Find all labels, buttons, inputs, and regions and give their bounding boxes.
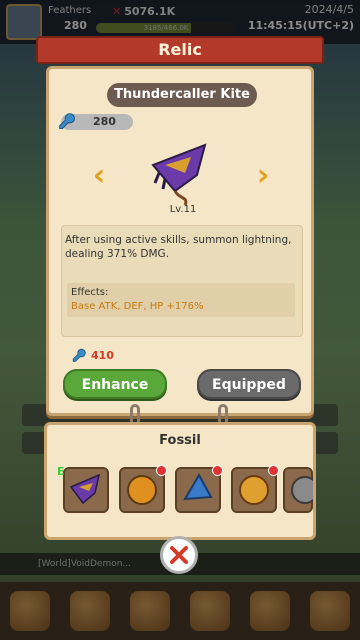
- wrench-icon: [71, 347, 89, 368]
- fossil-panel: Fossil E: [44, 422, 319, 540]
- relic-count-pill: 280: [59, 113, 133, 130]
- notification-dot: [268, 465, 279, 476]
- notification-dot: [156, 465, 167, 476]
- chevron-right-icon[interactable]: ›: [253, 161, 273, 191]
- relic-name: Thundercaller Kite: [107, 83, 257, 107]
- fossil-slot-5[interactable]: [283, 467, 319, 513]
- enhance-cost: 410: [72, 348, 114, 362]
- effects-label: Effects:: [71, 287, 109, 298]
- relic-level: Lv.11: [169, 204, 197, 215]
- orange-relic-icon: [127, 475, 157, 505]
- kite-icon: [69, 473, 101, 505]
- fossil-slot-2[interactable]: [119, 465, 167, 513]
- relic-banner: Relic: [36, 36, 324, 64]
- equipped-button[interactable]: Equipped: [197, 369, 301, 399]
- blue-relic-icon: [183, 472, 213, 501]
- gold-relic-icon: [239, 475, 269, 505]
- relic-count-value: 280: [93, 115, 116, 128]
- fossil-slot-3[interactable]: [175, 465, 223, 513]
- chevron-left-icon[interactable]: ‹: [89, 161, 109, 191]
- effects-value: Base ATK, DEF, HP +176%: [71, 301, 204, 312]
- fossil-title: Fossil: [159, 433, 201, 448]
- close-icon: [170, 546, 188, 564]
- close-button[interactable]: [160, 536, 198, 574]
- fossil-slot-4[interactable]: [231, 465, 279, 513]
- relic-description: After using active skills, summon lightn…: [65, 234, 292, 260]
- gray-relic-icon: [291, 476, 319, 504]
- enhance-cost-value: 410: [91, 349, 114, 362]
- thundercaller-kite-icon: [151, 143, 207, 206]
- wrench-icon: [57, 111, 79, 138]
- fossil-slot-thundercaller-kite[interactable]: E: [57, 465, 109, 513]
- notification-dot: [212, 465, 223, 476]
- enhance-button[interactable]: Enhance: [63, 369, 167, 399]
- equipped-marker: E: [57, 465, 65, 478]
- relic-panel: Thundercaller Kite 280 ‹ › Lv.11 After u…: [46, 66, 314, 416]
